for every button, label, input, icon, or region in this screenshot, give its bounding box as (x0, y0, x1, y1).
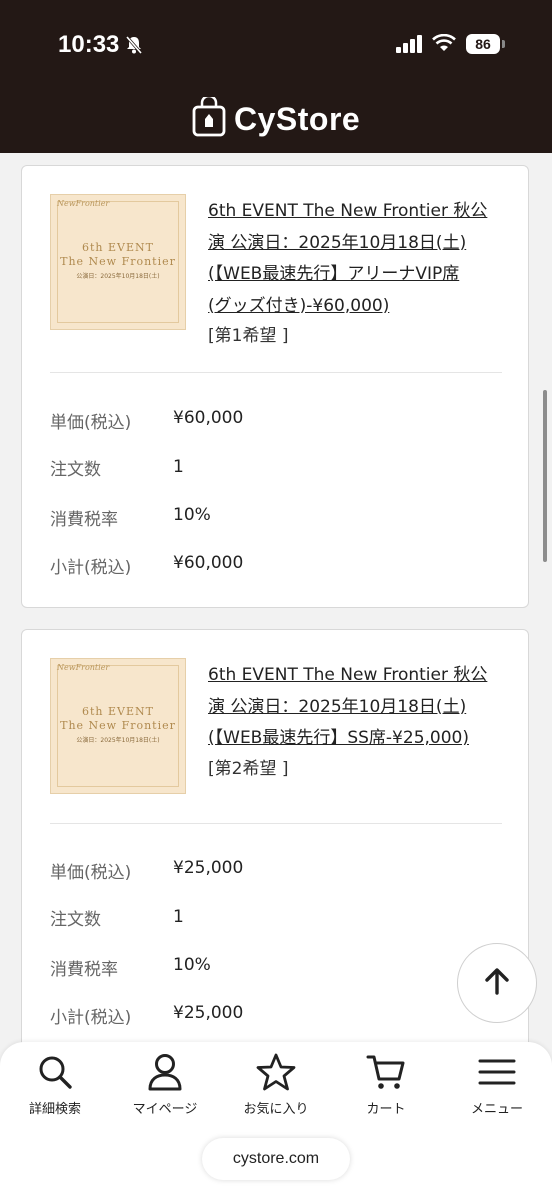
menu-icon (442, 1052, 552, 1092)
shopping-bag-icon (192, 94, 226, 141)
logo-text: CyStore (234, 100, 361, 137)
unit-price-value: ¥60,000 (173, 408, 244, 428)
product-title-line: 6th EVENT The New Frontier 秋公 (208, 665, 488, 685)
order-item-card: NewFrontier 6th EVENT The New Frontier 公… (21, 165, 529, 608)
product-thumbnail[interactable]: NewFrontier 6th EVENT The New Frontier 公… (50, 658, 186, 794)
thumbnail-line2: The New Frontier (60, 719, 176, 732)
battery-indicator: 86 (466, 34, 500, 54)
app-header: 10:33 86 CyStore (0, 0, 552, 153)
subtotal-value: ¥60,000 (173, 553, 244, 573)
subtotal-value: ¥25,000 (173, 1003, 244, 1023)
product-title-line: 6th EVENT The New Frontier 秋公 (208, 201, 488, 221)
product-title-link[interactable]: 6th EVENT The New Frontier 秋公 演 公演日：2025… (208, 660, 508, 755)
unit-price-label: 単価(税込) (50, 863, 132, 883)
thumbnail-line1: 6th EVENT (82, 241, 154, 254)
order-item-card: NewFrontier 6th EVENT The New Frontier 公… (21, 629, 529, 1089)
preference-label: [第1希望 ] (208, 326, 289, 346)
quantity-value: 1 (173, 907, 184, 927)
nav-label: マイページ (132, 1102, 198, 1117)
cystore-logo[interactable]: CyStore (192, 94, 361, 142)
nav-advanced-search[interactable]: 詳細検索 (0, 1052, 110, 1117)
tax-rate-label: 消費税率 (50, 960, 118, 980)
quantity-label: 注文数 (50, 460, 101, 480)
status-time: 10:33 (58, 31, 120, 58)
bell-muted-icon (124, 35, 144, 59)
subtotal-label: 小計(税込) (50, 558, 132, 578)
thumbnail-line2: The New Frontier (60, 255, 176, 268)
nav-label: お気に入り (243, 1102, 309, 1117)
nav-label: カート (366, 1102, 406, 1117)
quantity-label: 注文数 (50, 910, 101, 930)
cellular-signal-icon (396, 35, 424, 57)
nav-label: メニュー (470, 1102, 523, 1117)
thumbnail-line3: 公演日：2025年10月18日(土) (76, 737, 160, 744)
battery-tip (502, 40, 505, 48)
product-title-line: (グッズ付き)-¥60,000) (208, 295, 390, 316)
status-bar: 10:33 86 (0, 0, 552, 90)
product-title-line: 演 公演日：2025年10月18日(土) (208, 696, 467, 717)
tax-rate-label: 消費税率 (50, 510, 118, 530)
thumbnail-line1: 6th EVENT (82, 705, 154, 718)
wifi-icon (432, 33, 456, 56)
nav-menu[interactable]: メニュー (442, 1052, 552, 1117)
nav-favorites[interactable]: お気に入り (221, 1052, 331, 1117)
product-title-link[interactable]: 6th EVENT The New Frontier 秋公 演 公演日：2025… (208, 196, 508, 322)
scrollbar[interactable] (543, 390, 547, 562)
thumbnail-line3: 公演日：2025年10月18日(土) (76, 273, 160, 280)
product-title-line: (【WEB最速先行】SS席-¥25,000) (208, 728, 469, 748)
quantity-value: 1 (173, 457, 184, 477)
tax-rate-value: 10% (173, 955, 211, 975)
subtotal-label: 小計(税込) (50, 1008, 132, 1028)
thumbnail-brand: NewFrontier (57, 663, 110, 672)
unit-price-label: 単価(税込) (50, 413, 132, 433)
preference-label: [第2希望 ] (208, 759, 289, 779)
product-title-line: 演 公演日：2025年10月18日(土) (208, 232, 467, 253)
product-title-line: (【WEB最速先行】アリーナVIP席 (208, 264, 460, 284)
nav-cart[interactable]: カート (331, 1052, 441, 1117)
scroll-to-top-button[interactable] (457, 943, 537, 1023)
arrow-up-icon (482, 966, 512, 1000)
search-icon (0, 1052, 110, 1092)
product-thumbnail[interactable]: NewFrontier 6th EVENT The New Frontier 公… (50, 194, 186, 330)
nav-label: 詳細検索 (28, 1102, 81, 1117)
unit-price-value: ¥25,000 (173, 858, 244, 878)
divider (50, 823, 502, 824)
person-icon (110, 1052, 220, 1092)
thumbnail-brand: NewFrontier (57, 199, 110, 208)
browser-url-bar[interactable]: cystore.com (202, 1138, 350, 1180)
star-icon (221, 1052, 331, 1092)
tax-rate-value: 10% (173, 505, 211, 525)
nav-my-page[interactable]: マイページ (110, 1052, 220, 1117)
cart-icon (331, 1052, 441, 1092)
divider (50, 372, 502, 373)
